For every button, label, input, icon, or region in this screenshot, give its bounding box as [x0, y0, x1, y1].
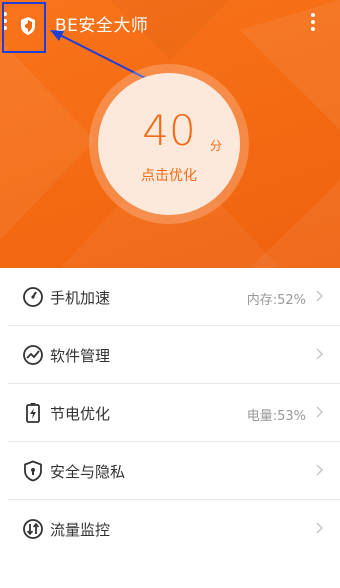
feature-label: 节电优化: [50, 405, 111, 423]
feature-list: 手机加速 内存:52% 软件管理 节电优化 电量:53% 安全与隐私 流量监控: [0, 268, 340, 558]
trend-chart-icon: [23, 345, 43, 365]
score-ring[interactable]: 40 分 点击优化: [89, 64, 249, 224]
hero-header: BE安全大师 40 分 点击优化: [0, 0, 340, 268]
feature-label: 流量监控: [50, 521, 111, 539]
feature-row-power-saving[interactable]: 节电优化 电量:53%: [0, 384, 340, 442]
speedometer-icon: [23, 287, 43, 307]
battery-icon: [26, 403, 40, 423]
feature-value: 电量:53%: [246, 409, 306, 424]
chevron-right-icon: [316, 290, 324, 302]
score-circle[interactable]: 40 分 点击优化: [98, 73, 240, 215]
chevron-right-icon: [316, 464, 324, 476]
feature-label: 安全与隐私: [50, 463, 126, 481]
score-unit: 分: [210, 139, 223, 153]
chevron-right-icon: [316, 348, 324, 360]
feature-value: 内存:52%: [246, 293, 306, 308]
chevron-right-icon: [316, 522, 324, 534]
feature-row-traffic-monitor[interactable]: 流量监控: [0, 500, 340, 558]
data-traffic-icon: [23, 519, 43, 539]
optimize-button[interactable]: 点击优化: [98, 165, 240, 185]
chevron-right-icon: [316, 406, 324, 418]
feature-row-security-privacy[interactable]: 安全与隐私: [0, 442, 340, 500]
feature-label: 手机加速: [50, 289, 111, 307]
feature-label: 软件管理: [50, 347, 111, 365]
feature-row-speed-up[interactable]: 手机加速 内存:52%: [0, 268, 340, 326]
feature-row-app-management[interactable]: 软件管理: [0, 326, 340, 384]
shield-lock-icon: [24, 460, 42, 482]
